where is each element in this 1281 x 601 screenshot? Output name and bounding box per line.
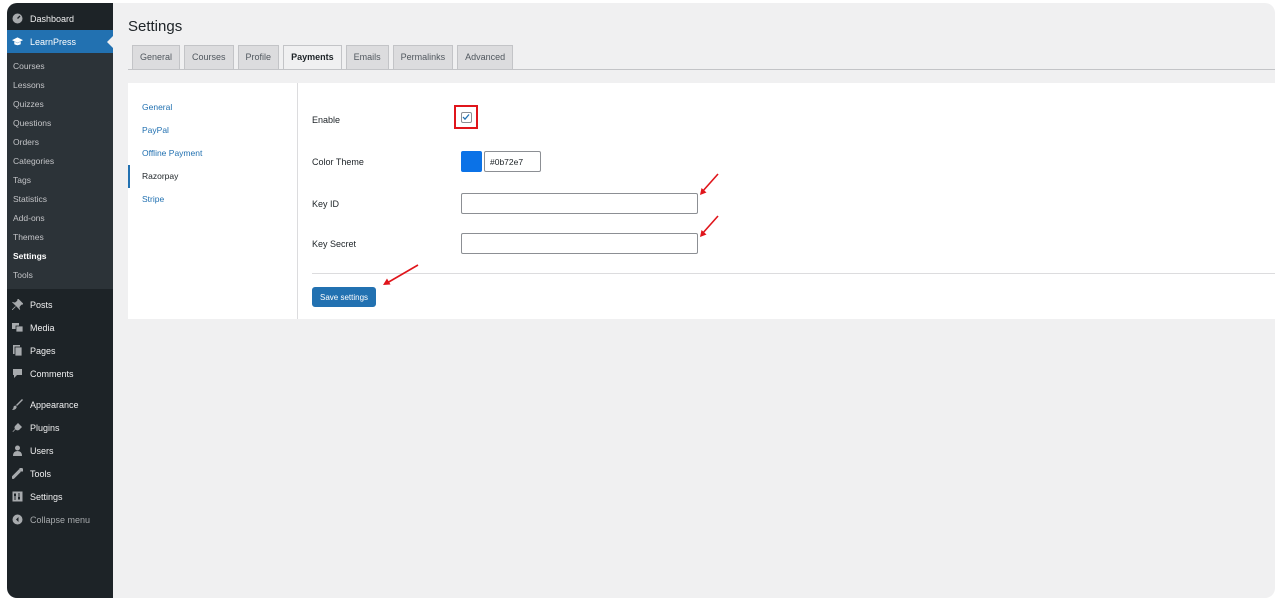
submenu-questions[interactable]: Questions xyxy=(7,114,113,133)
color-swatch[interactable] xyxy=(461,151,482,172)
razorpay-settings-form: Enable Color Theme Key ID Key Secret Sav… xyxy=(312,83,1275,319)
payment-method-paypal[interactable]: PayPal xyxy=(128,119,297,142)
menu-plugins[interactable]: Plugins xyxy=(7,416,113,439)
enable-checkbox[interactable] xyxy=(460,111,472,123)
checkmark-icon xyxy=(462,114,470,121)
submenu-quizzes[interactable]: Quizzes xyxy=(7,95,113,114)
app-window: Dashboard LearnPress Courses Lessons Qui… xyxy=(7,3,1275,598)
menu-media[interactable]: Media xyxy=(7,316,113,339)
collapse-icon xyxy=(12,514,23,525)
payment-methods-nav: General PayPal Offline Payment Razorpay … xyxy=(128,83,298,319)
comment-icon xyxy=(12,368,23,379)
menu-users[interactable]: Users xyxy=(7,439,113,462)
graduation-cap-icon xyxy=(12,36,23,47)
main-content: Settings General Courses Profile Payment… xyxy=(113,3,1275,598)
tab-emails[interactable]: Emails xyxy=(345,45,389,69)
tab-advanced[interactable]: Advanced xyxy=(457,45,514,69)
submenu-add-ons[interactable]: Add-ons xyxy=(7,209,113,228)
wrench-icon xyxy=(12,468,23,479)
tab-payments[interactable]: Payments xyxy=(283,45,342,70)
submenu-tools[interactable]: Tools xyxy=(7,266,113,285)
key-id-label: Key ID xyxy=(312,199,340,209)
paintbrush-icon xyxy=(12,399,23,410)
settings-tabs: General Courses Profile Payments Emails … xyxy=(132,45,517,70)
tab-general[interactable]: General xyxy=(132,45,181,69)
payment-method-general[interactable]: General xyxy=(128,96,297,119)
color-theme-label: Color Theme xyxy=(312,157,364,167)
admin-sidebar: Dashboard LearnPress Courses Lessons Qui… xyxy=(7,3,113,598)
enable-checkbox-highlight[interactable] xyxy=(454,105,478,129)
settings-icon xyxy=(12,491,23,502)
payment-method-stripe[interactable]: Stripe xyxy=(128,188,297,211)
submenu-tags[interactable]: Tags xyxy=(7,171,113,190)
enable-label: Enable xyxy=(312,115,341,125)
media-icon xyxy=(12,322,23,333)
submenu-orders[interactable]: Orders xyxy=(7,133,113,152)
menu-settings[interactable]: Settings xyxy=(7,485,113,508)
key-secret-input[interactable] xyxy=(461,233,698,254)
submenu-categories[interactable]: Categories xyxy=(7,152,113,171)
color-theme-input[interactable] xyxy=(484,151,541,172)
submenu-themes[interactable]: Themes xyxy=(7,228,113,247)
payment-method-razorpay[interactable]: Razorpay xyxy=(128,165,297,188)
menu-tools[interactable]: Tools xyxy=(7,462,113,485)
tab-courses[interactable]: Courses xyxy=(184,45,234,69)
pin-icon xyxy=(12,299,23,310)
submenu-statistics[interactable]: Statistics xyxy=(7,190,113,209)
key-id-input[interactable] xyxy=(461,193,698,214)
form-divider xyxy=(312,273,1275,274)
tab-profile[interactable]: Profile xyxy=(237,45,280,69)
menu-learnpress[interactable]: LearnPress xyxy=(7,30,113,53)
dashboard-icon xyxy=(12,13,23,24)
learnpress-submenu: Courses Lessons Quizzes Questions Orders… xyxy=(7,53,113,289)
submenu-lessons[interactable]: Lessons xyxy=(7,76,113,95)
menu-posts[interactable]: Posts xyxy=(7,293,113,316)
save-settings-button[interactable]: Save settings xyxy=(312,287,377,307)
key-secret-label: Key Secret xyxy=(312,239,357,249)
menu-appearance[interactable]: Appearance xyxy=(7,393,113,416)
collapse-menu-button[interactable]: Collapse menu xyxy=(7,508,113,531)
menu-dashboard[interactable]: Dashboard xyxy=(7,7,113,30)
page-title: Settings xyxy=(128,18,183,35)
submenu-courses[interactable]: Courses xyxy=(7,57,113,76)
menu-comments[interactable]: Comments xyxy=(7,362,113,385)
menu-pages[interactable]: Pages xyxy=(7,339,113,362)
tab-permalinks[interactable]: Permalinks xyxy=(392,45,454,69)
pages-icon xyxy=(12,345,23,356)
payment-method-offline[interactable]: Offline Payment xyxy=(128,142,297,165)
tabs-divider xyxy=(128,69,1275,70)
user-icon xyxy=(12,445,23,456)
settings-panel: General PayPal Offline Payment Razorpay … xyxy=(128,83,1275,319)
plug-icon xyxy=(12,422,23,433)
submenu-settings[interactable]: Settings xyxy=(7,247,113,266)
